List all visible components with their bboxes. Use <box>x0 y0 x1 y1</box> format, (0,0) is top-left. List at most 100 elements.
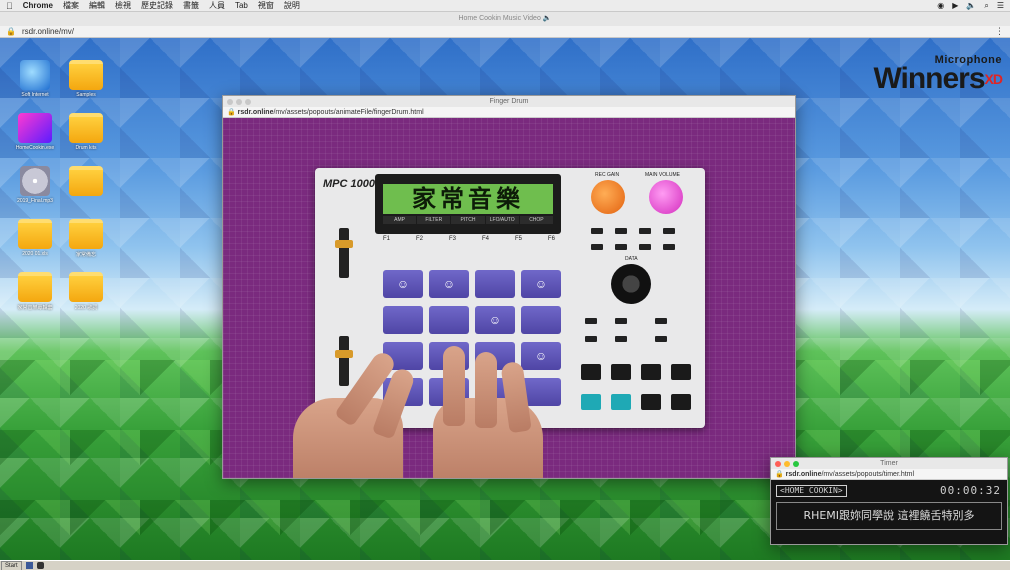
note-variation-slider[interactable] <box>339 228 349 278</box>
drum-pad[interactable] <box>521 306 561 334</box>
transport-button[interactable] <box>655 318 667 324</box>
winners-logo: Microphone WinnersXD <box>873 54 1003 95</box>
menu-bar:  Chrome 檔案 編輯 檢視 歷史記錄 書籤 人員 Tab 視窗 說明 ◉… <box>0 0 1010 12</box>
shift-button[interactable] <box>581 364 601 380</box>
stop-button[interactable] <box>641 394 661 410</box>
f4-key[interactable]: F4 <box>482 236 489 242</box>
mode-button[interactable] <box>591 244 603 250</box>
finger-drum-window[interactable]: Finger Drum 🔒 rsdr.online/mv/assets/popo… <box>222 95 796 479</box>
drum-pad[interactable]: ☺ <box>429 270 469 298</box>
mode-button[interactable] <box>615 244 627 250</box>
rec-button[interactable] <box>581 394 601 410</box>
overdub-button[interactable] <box>611 394 631 410</box>
start-button[interactable]: Start <box>1 560 22 570</box>
more-menu-icon[interactable]: ⋮ <box>995 26 1004 37</box>
menu-item-view[interactable]: 檢視 <box>115 0 131 11</box>
f2-key[interactable]: F2 <box>416 236 423 242</box>
transport-button[interactable] <box>585 318 597 324</box>
transport-button[interactable] <box>655 336 667 342</box>
menu-item-bookmarks[interactable]: 書籤 <box>183 0 199 11</box>
drum-pad[interactable] <box>383 306 423 334</box>
window-title-bar[interactable]: Timer <box>771 458 1007 469</box>
mode-button[interactable] <box>591 228 603 234</box>
zoom-icon[interactable] <box>245 99 251 105</box>
mode-button[interactable] <box>663 228 675 234</box>
main-volume-knob[interactable] <box>649 180 683 214</box>
play-icon[interactable]: ▶ <box>952 1 958 10</box>
drum-pad[interactable]: ☺ <box>475 306 515 334</box>
desktop-icon-mp3[interactable]: 2019_Final.mp3 <box>10 166 60 204</box>
url-path: /mv/assets/popouts/animateFile/fingerDru… <box>273 109 424 116</box>
mode-button[interactable] <box>663 244 675 250</box>
play-start-button[interactable] <box>671 364 691 380</box>
locate-button[interactable] <box>611 364 631 380</box>
desktop-icon-lyrics[interactable]: 2020 歌詞 <box>61 272 111 311</box>
desktop-icon-album[interactable]: 家常音樂專輯套 <box>10 272 60 311</box>
transport-button[interactable] <box>585 336 597 342</box>
slider-handle[interactable] <box>335 240 353 248</box>
logo-main-text: Winners <box>873 62 985 95</box>
menu-item-history[interactable]: 歷史記錄 <box>141 0 173 11</box>
desktop-icon-folder[interactable] <box>61 166 111 198</box>
desktop-icon-xls[interactable]: 2020 01.xls <box>10 219 60 257</box>
internet-explorer-icon <box>20 60 50 90</box>
lcd-tabs: AMP FILTER PITCH LFO/AUTO CHOP <box>383 216 554 224</box>
volume-icon[interactable]: 🔈 <box>966 1 976 10</box>
f3-key[interactable]: F3 <box>449 236 456 242</box>
taskbar: Start <box>0 560 1010 570</box>
drum-pad[interactable]: ☺ <box>521 270 561 298</box>
window-controls <box>227 99 251 105</box>
window-url-bar[interactable]: 🔒 rsdr.online/mv/assets/popouts/timer.ht… <box>771 469 1007 480</box>
drum-pad[interactable]: ☺ <box>383 270 423 298</box>
lcd-screen: 家常音樂 AMP FILTER PITCH LFO/AUTO CHOP <box>375 174 561 234</box>
app-icon <box>18 113 52 143</box>
play-button[interactable] <box>671 394 691 410</box>
transport-button[interactable] <box>615 336 627 342</box>
desktop-icon-label: 家常備忘 <box>75 252 96 258</box>
desktop-icon-samples[interactable]: Samples <box>61 60 111 98</box>
facebook-icon[interactable] <box>25 562 33 569</box>
mode-button[interactable] <box>639 244 651 250</box>
menu-item-help[interactable]: 說明 <box>284 0 300 11</box>
drum-pad[interactable] <box>429 306 469 334</box>
mode-button[interactable] <box>639 228 651 234</box>
f6-key[interactable]: F6 <box>548 236 555 242</box>
zoom-icon[interactable] <box>793 461 799 467</box>
timer-window[interactable]: Timer 🔒 rsdr.online/mv/assets/popouts/ti… <box>770 457 1008 545</box>
menu-item-people[interactable]: 人員 <box>209 0 225 11</box>
close-icon[interactable] <box>227 99 233 105</box>
search-icon[interactable]: ⌕ <box>984 1 988 11</box>
drum-pad[interactable] <box>475 270 515 298</box>
apple-icon[interactable]:  <box>6 1 13 11</box>
data-wheel[interactable] <box>611 264 651 304</box>
f5-key[interactable]: F5 <box>515 236 522 242</box>
record-icon[interactable]: ◉ <box>937 1 944 10</box>
menu-item-window[interactable]: 視窗 <box>258 0 274 11</box>
close-icon[interactable] <box>775 461 781 467</box>
locate-button[interactable] <box>641 364 661 380</box>
folder-icon <box>18 219 52 249</box>
window-url-bar[interactable]: 🔒 rsdr.online/mv/assets/popouts/animateF… <box>223 107 795 118</box>
desktop-icon-label: 2020 歌詞 <box>74 305 98 311</box>
menu-app-name[interactable]: Chrome <box>23 1 53 10</box>
menu-item-edit[interactable]: 編輯 <box>89 0 105 11</box>
url-text[interactable]: rsdr.online/mv/ <box>22 27 74 36</box>
browser-address-bar[interactable]: 🔒 rsdr.online/mv/ ⋮ <box>0 26 1010 38</box>
desktop-icon-internet[interactable]: Soft Internet <box>10 60 60 98</box>
menu-item-tab[interactable]: Tab <box>235 1 248 10</box>
rec-gain-knob[interactable] <box>591 180 625 214</box>
minimize-icon[interactable] <box>236 99 242 105</box>
menu-item-file[interactable]: 檔案 <box>63 0 79 11</box>
mode-button[interactable] <box>615 228 627 234</box>
control-center-icon[interactable]: ☰ <box>997 1 1004 10</box>
window-title-bar[interactable]: Finger Drum <box>223 96 795 107</box>
f1-key[interactable]: F1 <box>383 236 390 242</box>
minimize-icon[interactable] <box>784 461 790 467</box>
desktop-icon-homecookin[interactable]: HomeCookin.exe <box>10 113 60 151</box>
lock-icon: 🔒 <box>227 109 236 116</box>
desktop-icon-memo[interactable]: 家常備忘 <box>61 219 111 258</box>
instagram-icon[interactable] <box>36 562 44 569</box>
desktop-icon-drumkits[interactable]: Drum kits <box>61 113 111 151</box>
timer-panel: <HOME COOKIN> 00:00:32 RHEMI跟妳同學說 這裡饒舌特別… <box>771 480 1007 544</box>
transport-button[interactable] <box>615 318 627 324</box>
